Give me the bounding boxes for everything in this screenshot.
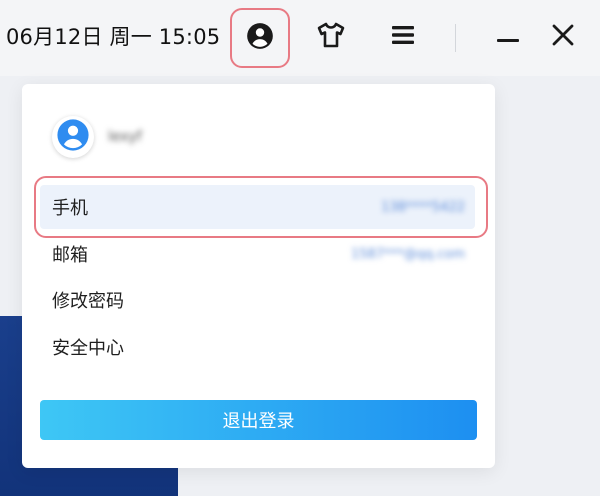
user-avatar-icon [56, 118, 90, 156]
menu-item-phone[interactable]: 手机 138****5422 [40, 185, 475, 229]
menu-item-label: 安全中心 [52, 338, 124, 359]
account-circle-icon [246, 22, 274, 54]
menu-item-security-center[interactable]: 安全中心 [40, 325, 475, 369]
menu-item-label: 邮箱 [52, 245, 88, 266]
close-button[interactable] [538, 12, 588, 62]
hamburger-menu-icon [392, 26, 414, 48]
minimize-button[interactable] [483, 12, 533, 62]
title-bar: 06月12日 周一 15:05 [0, 0, 600, 76]
user-info: lexyf [52, 114, 142, 160]
avatar[interactable] [52, 116, 94, 158]
account-button[interactable] [230, 8, 290, 68]
username-label: lexyf [108, 129, 142, 145]
shirt-icon [317, 22, 345, 52]
phone-value: 138****5422 [381, 199, 465, 215]
menu-item-label: 手机 [52, 198, 88, 219]
toolbar-divider [455, 24, 456, 52]
skin-button[interactable] [306, 12, 356, 62]
menu-item-change-password[interactable]: 修改密码 [40, 278, 475, 322]
minimize-icon [497, 28, 519, 47]
menu-item-label: 修改密码 [52, 291, 124, 312]
email-value: 1587***@qq.com [351, 246, 465, 262]
close-icon [552, 24, 574, 50]
account-dropdown-panel: lexyf 手机 138****5422 邮箱 1587***@qq.com 修… [22, 84, 495, 468]
main-menu-button[interactable] [378, 12, 428, 62]
menu-item-email[interactable]: 邮箱 1587***@qq.com [40, 232, 475, 276]
datetime-label: 06月12日 周一 15:05 [6, 25, 221, 49]
logout-button[interactable]: 退出登录 [40, 400, 477, 440]
